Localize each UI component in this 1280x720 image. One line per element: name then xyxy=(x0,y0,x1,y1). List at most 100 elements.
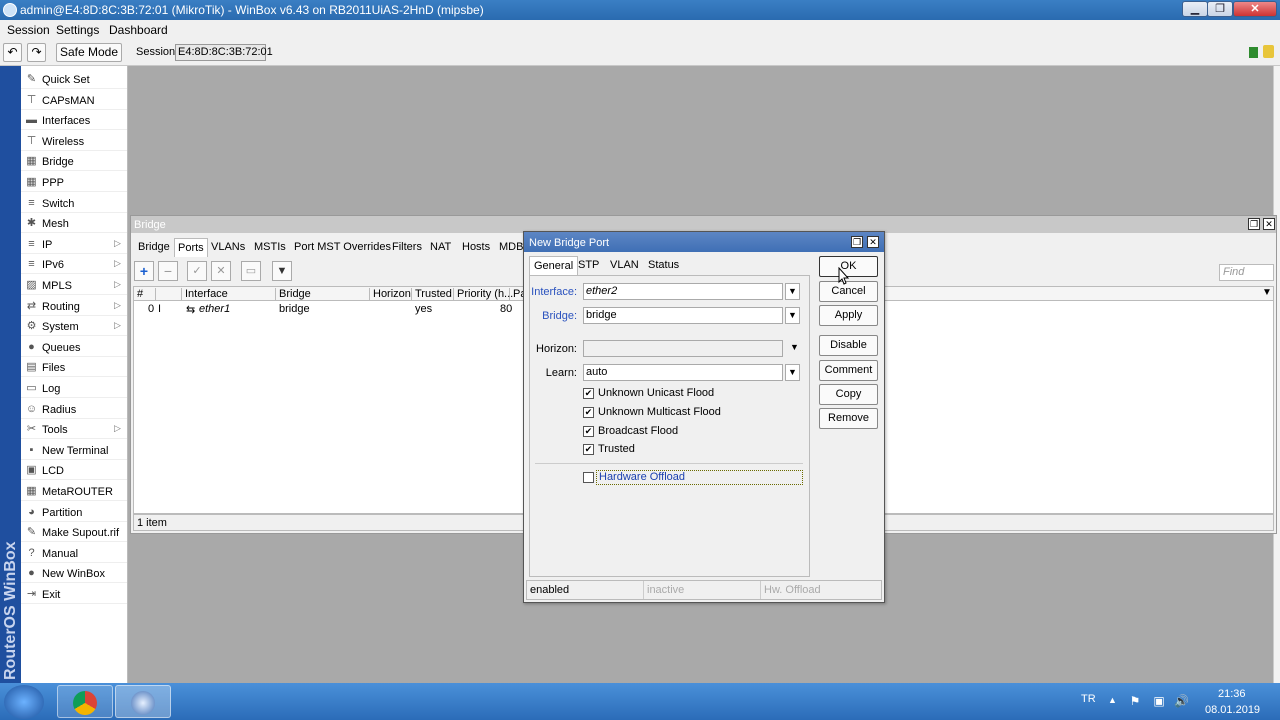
tab-bridge[interactable]: Bridge xyxy=(135,238,173,257)
sidebar-item-ipv6[interactable]: ≡ IPv6 ▷ xyxy=(21,254,127,275)
bridge-dropdown-icon[interactable]: ▼ xyxy=(785,307,800,324)
sidebar-item-partition[interactable]: ◕ Partition xyxy=(21,502,127,522)
sidebar-item-wireless[interactable]: ⊤ Wireless xyxy=(21,131,127,151)
disable-button[interactable]: Disable xyxy=(819,335,878,356)
bridge-close-button[interactable]: ✕ xyxy=(1263,218,1275,230)
filter-icon[interactable]: ▼ xyxy=(272,261,292,281)
session-field[interactable]: E4:8D:8C:3B:72:01 xyxy=(175,44,273,61)
sidebar-item-tools[interactable]: ✂ Tools ▷ xyxy=(21,419,127,440)
sidebar-item-new-terminal[interactable]: ▪ New Terminal xyxy=(21,440,127,460)
start-button[interactable] xyxy=(4,685,44,719)
sidebar-item-interfaces[interactable]: ▬ Interfaces xyxy=(21,110,127,131)
dialog-close-button[interactable]: ✕ xyxy=(867,236,879,248)
col-horizon[interactable]: Horizon xyxy=(370,288,412,301)
col-priority[interactable]: Priority (h... xyxy=(454,288,513,301)
sidebar-item-mesh[interactable]: ✱ Mesh xyxy=(21,213,127,234)
sidebar-item-files[interactable]: ▤ Files xyxy=(21,357,127,378)
interface-dropdown-icon[interactable]: ▼ xyxy=(785,283,800,300)
grid-dropdown-icon[interactable]: ▼ xyxy=(1262,287,1272,298)
language-indicator[interactable]: TR xyxy=(1081,693,1096,705)
learn-dropdown-icon[interactable]: ▼ xyxy=(785,364,800,381)
col-trusted[interactable]: Trusted xyxy=(412,288,454,301)
redo-button[interactable]: ↷ xyxy=(27,43,46,62)
close-button[interactable]: ✕ xyxy=(1233,1,1277,17)
minimize-button[interactable]: ▁ xyxy=(1182,1,1208,17)
sidebar-item-make-supout-rif[interactable]: ✎ Make Supout.rif xyxy=(21,522,127,543)
sidebar-item-system[interactable]: ⚙ System ▷ xyxy=(21,316,127,337)
apply-button[interactable]: Apply xyxy=(819,305,878,326)
taskbar-chrome[interactable] xyxy=(57,685,113,718)
col-interface[interactable]: Interface xyxy=(182,288,276,301)
sidebar-item-ip[interactable]: ≡ IP ▷ xyxy=(21,234,127,254)
network-icon[interactable]: ▣ xyxy=(1152,694,1166,708)
tab-stp[interactable]: STP xyxy=(574,256,603,275)
hardware-offload-checkbox[interactable] xyxy=(583,472,594,483)
tab-mstis[interactable]: MSTIs xyxy=(251,238,289,257)
show-hidden-icons[interactable]: ▲ xyxy=(1108,695,1117,705)
comment-icon[interactable]: ▭ xyxy=(241,261,261,281)
sidebar-item-bridge[interactable]: ▦ Bridge xyxy=(21,151,127,172)
tab-ports[interactable]: Ports xyxy=(174,238,208,257)
tab-general[interactable]: General xyxy=(529,256,579,275)
sidebar-item-ppp[interactable]: ▦ PPP xyxy=(21,172,127,192)
tab-hosts[interactable]: Hosts xyxy=(459,238,493,257)
sidebar-item-routing[interactable]: ⇄ Routing ▷ xyxy=(21,296,127,316)
sidebar-item-metarouter[interactable]: ▦ MetaROUTER xyxy=(21,481,127,501)
tab-nat[interactable]: NAT xyxy=(427,238,454,257)
menu-bar: Session Settings Dashboard xyxy=(0,20,1280,39)
comment-button[interactable]: Comment xyxy=(819,360,878,381)
hardware-offload-label[interactable]: Hardware Offload xyxy=(596,470,803,485)
horizon-field[interactable] xyxy=(583,340,783,357)
bridge-field[interactable]: bridge xyxy=(583,307,783,324)
remove-button[interactable]: Remove xyxy=(819,408,878,429)
remove-icon[interactable]: − xyxy=(158,261,178,281)
tab-port-mst-overrides[interactable]: Port MST Overrides xyxy=(291,238,394,257)
disable-icon[interactable]: ✕ xyxy=(211,261,231,281)
col-flags[interactable] xyxy=(156,288,182,301)
bridge-label: Bridge: xyxy=(542,310,577,322)
menu-session[interactable]: Session xyxy=(7,23,50,37)
sidebar-item-lcd[interactable]: ▣ LCD xyxy=(21,460,127,481)
unknown-unicast-flood-checkbox[interactable]: ✔ xyxy=(583,388,594,399)
interface-field[interactable]: ether2 xyxy=(583,283,783,300)
volume-icon[interactable]: 🔊 xyxy=(1174,694,1189,708)
unknown-multicast-flood-checkbox[interactable]: ✔ xyxy=(583,407,594,418)
horizon-dropdown-icon[interactable]: ▼ xyxy=(787,340,802,357)
sidebar-item-quick-set[interactable]: ✎ Quick Set xyxy=(21,69,127,89)
undo-button[interactable]: ↶ xyxy=(3,43,22,62)
col-bridge[interactable]: Bridge xyxy=(276,288,370,301)
learn-field[interactable]: auto xyxy=(583,364,783,381)
trusted-checkbox[interactable]: ✔ xyxy=(583,444,594,455)
sidebar-item-capsman[interactable]: ⊤ CAPsMAN xyxy=(21,90,127,110)
sidebar-item-switch[interactable]: ≡ Switch xyxy=(21,193,127,213)
col-path-cost[interactable]: Pa xyxy=(510,288,526,301)
safe-mode-button[interactable]: Safe Mode xyxy=(56,43,122,62)
sidebar-item-new-winbox[interactable]: ● New WinBox xyxy=(21,563,127,584)
taskbar-winbox[interactable] xyxy=(115,685,171,718)
tab-status[interactable]: Status xyxy=(644,256,683,275)
tab-vlan[interactable]: VLAN xyxy=(606,256,643,275)
find-input[interactable]: Find xyxy=(1219,264,1274,281)
copy-button[interactable]: Copy xyxy=(819,384,878,405)
broadcast-flood-checkbox[interactable]: ✔ xyxy=(583,426,594,437)
sidebar-item-exit[interactable]: ⇥ Exit xyxy=(21,584,127,604)
col-number[interactable]: # xyxy=(134,288,156,301)
tab-filters[interactable]: Filters xyxy=(389,238,425,257)
bridge-restore-button[interactable]: ❐ xyxy=(1248,218,1260,230)
add-icon[interactable]: + xyxy=(134,261,154,281)
sidebar-item-queues[interactable]: ● Queues xyxy=(21,337,127,357)
sidebar-item-radius[interactable]: ☺ Radius xyxy=(21,399,127,419)
sidebar-item-log[interactable]: ▭ Log xyxy=(21,378,127,398)
menu-dashboard[interactable]: Dashboard xyxy=(109,23,168,37)
tab-mdb[interactable]: MDB xyxy=(496,238,526,257)
maximize-button[interactable]: ❐ xyxy=(1207,1,1233,17)
dialog-restore-button[interactable]: ❐ xyxy=(851,236,863,248)
tab-vlans[interactable]: VLANs xyxy=(208,238,248,257)
sidebar-item-mpls[interactable]: ▨ MPLS ▷ xyxy=(21,275,127,295)
action-center-icon[interactable]: ⚑ xyxy=(1128,694,1142,708)
clock-date[interactable]: 08.01.2019 xyxy=(1205,704,1260,716)
enable-icon[interactable]: ✓ xyxy=(187,261,207,281)
sidebar-item-manual[interactable]: ? Manual xyxy=(21,543,127,563)
menu-settings[interactable]: Settings xyxy=(56,23,99,37)
clock-time[interactable]: 21:36 xyxy=(1218,688,1246,700)
